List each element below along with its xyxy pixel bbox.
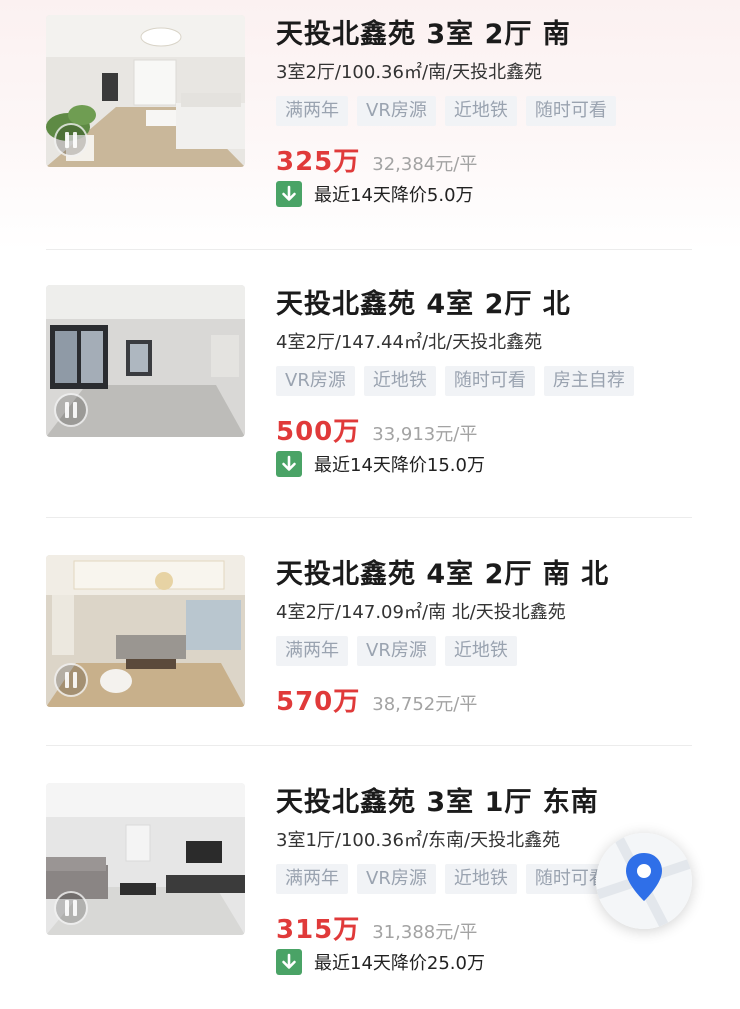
tag: 满两年 xyxy=(276,864,348,894)
tag: 近地铁 xyxy=(444,636,517,666)
listing-photo[interactable] xyxy=(46,285,245,437)
listing-card[interactable]: 天投北鑫苑 3室 2厅 南 3室2厅/100.36㎡/南/天投北鑫苑 满两年 V… xyxy=(0,0,740,230)
vr-icon xyxy=(54,663,88,697)
listing-summary: 4室2厅/147.44㎡/北/天投北鑫苑 xyxy=(276,332,543,353)
unit-price: 38,752元/平 xyxy=(372,694,478,715)
price-row: 570万 38,752元/平 xyxy=(276,681,477,718)
tag: 满两年 xyxy=(276,96,348,126)
listing-title[interactable]: 天投北鑫苑 3室 1厅 东南 xyxy=(276,780,599,819)
price-drop-row: 最近14天降价5.0万 xyxy=(276,181,474,207)
tag: 房主自荐 xyxy=(543,366,634,396)
map-pin-icon xyxy=(596,833,692,929)
tag: VR房源 xyxy=(357,96,436,126)
listing-summary: 3室2厅/100.36㎡/南/天投北鑫苑 xyxy=(276,62,543,83)
total-price: 570万 xyxy=(276,687,361,717)
arrow-down-icon xyxy=(276,181,302,207)
listing-card[interactable]: 天投北鑫苑 4室 2厅 北 4室2厅/147.44㎡/北/天投北鑫苑 VR房源 … xyxy=(0,270,740,500)
tag: 近地铁 xyxy=(444,96,517,126)
price-row: 315万 31,388元/平 xyxy=(276,909,477,946)
unit-price: 32,384元/平 xyxy=(372,154,478,175)
listing-title[interactable]: 天投北鑫苑 4室 2厅 南 北 xyxy=(276,552,609,591)
listing-card[interactable]: 天投北鑫苑 4室 2厅 南 北 4室2厅/147.09㎡/南 北/天投北鑫苑 满… xyxy=(0,540,740,770)
listing-summary: 4室2厅/147.09㎡/南 北/天投北鑫苑 xyxy=(276,602,566,623)
unit-price: 31,388元/平 xyxy=(372,922,478,943)
price-row: 325万 32,384元/平 xyxy=(276,141,477,178)
total-price: 325万 xyxy=(276,147,361,177)
listing-photo[interactable] xyxy=(46,783,245,935)
divider xyxy=(46,517,692,518)
listing-tags: 满两年 VR房源 近地铁 xyxy=(276,636,517,666)
arrow-down-icon xyxy=(276,949,302,975)
price-row: 500万 33,913元/平 xyxy=(276,411,477,448)
arrow-down-icon xyxy=(276,451,302,477)
price-drop-text: 最近14天降价25.0万 xyxy=(314,953,485,974)
listing-tags: 满两年 VR房源 近地铁 随时可看 xyxy=(276,96,616,126)
vr-icon xyxy=(54,123,88,157)
listing-tags: 满两年 VR房源 近地铁 随时可看 xyxy=(276,864,616,894)
vr-icon xyxy=(54,393,88,427)
listing-title[interactable]: 天投北鑫苑 3室 2厅 南 xyxy=(276,12,571,51)
unit-price: 33,913元/平 xyxy=(372,424,478,445)
total-price: 315万 xyxy=(276,915,361,945)
price-drop-row: 最近14天降价15.0万 xyxy=(276,451,485,477)
listing-title[interactable]: 天投北鑫苑 4室 2厅 北 xyxy=(276,282,571,321)
tag: VR房源 xyxy=(357,636,436,666)
tag: VR房源 xyxy=(357,864,436,894)
divider xyxy=(46,249,692,250)
price-drop-row: 最近14天降价25.0万 xyxy=(276,949,485,975)
vr-icon xyxy=(54,891,88,925)
tag: 随时可看 xyxy=(444,366,535,396)
listing-tags: VR房源 近地铁 随时可看 房主自荐 xyxy=(276,366,634,396)
tag: 近地铁 xyxy=(444,864,517,894)
price-drop-text: 最近14天降价5.0万 xyxy=(314,185,474,206)
map-button[interactable] xyxy=(596,833,692,929)
listing-photo[interactable] xyxy=(46,15,245,167)
listing-photo[interactable] xyxy=(46,555,245,707)
tag: VR房源 xyxy=(276,366,355,396)
divider xyxy=(46,745,692,746)
price-drop-text: 最近14天降价15.0万 xyxy=(314,455,485,476)
tag: 随时可看 xyxy=(525,96,616,126)
tag: 满两年 xyxy=(276,636,348,666)
listing-summary: 3室1厅/100.36㎡/东南/天投北鑫苑 xyxy=(276,830,561,851)
total-price: 500万 xyxy=(276,417,361,447)
tag: 近地铁 xyxy=(363,366,436,396)
